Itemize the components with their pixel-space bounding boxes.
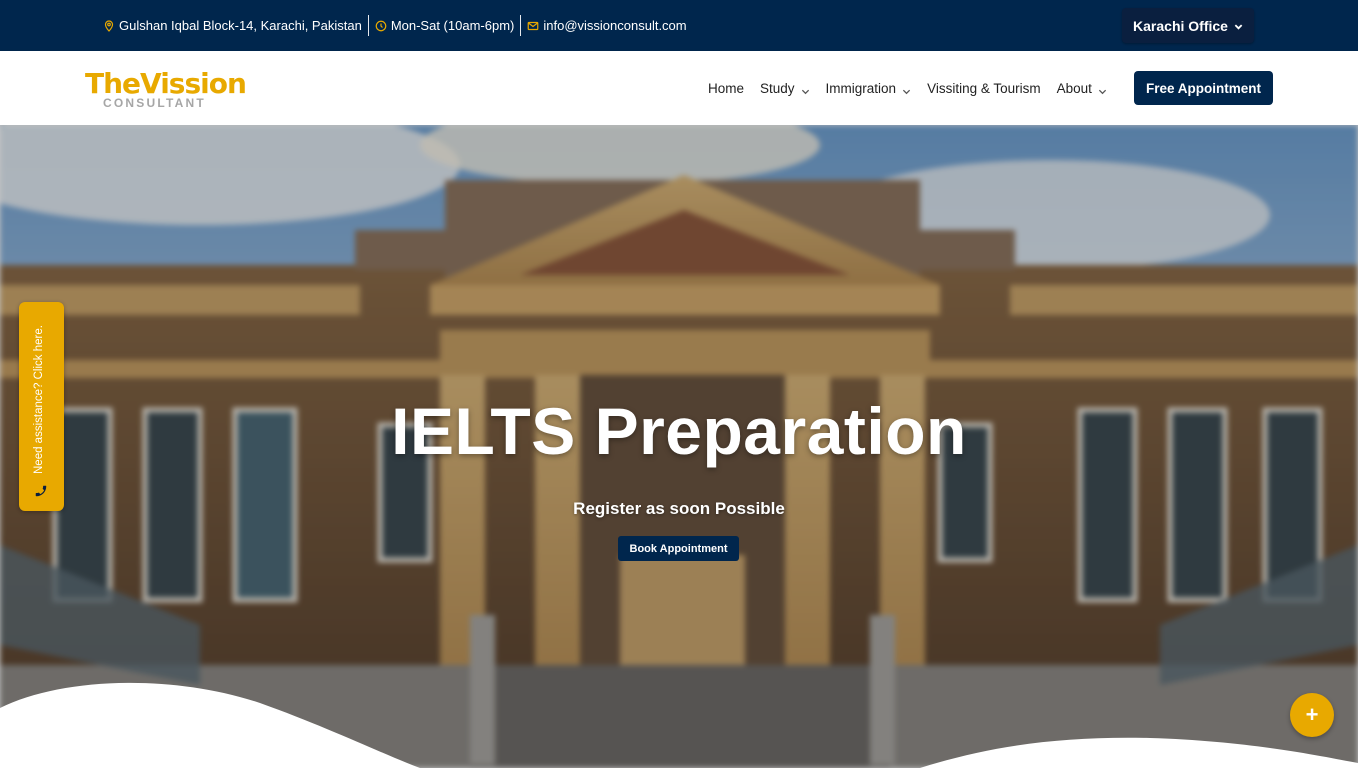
chevron-down-icon — [801, 84, 810, 94]
bottom-wave-divider — [0, 682, 1358, 768]
email-item[interactable]: info@vissionconsult.com — [527, 18, 687, 33]
nav-item-label: About — [1056, 80, 1092, 96]
nav-item-immigration[interactable]: Immigration — [826, 81, 912, 96]
floating-plus-button[interactable]: + — [1290, 693, 1334, 737]
office-label: Karachi Office — [1133, 17, 1228, 34]
hours-text: Mon-Sat (10am-6pm) — [390, 18, 515, 33]
logo-main-text: TheVission — [85, 67, 247, 100]
top-bar: Gulshan Iqbal Block-14, Karachi, Pakista… — [0, 0, 1358, 51]
site-logo[interactable]: TheVission CONSULTANT — [85, 67, 247, 111]
nav-item-about[interactable]: About — [1057, 81, 1107, 96]
assistance-label: Need assistance? Click here. — [33, 325, 45, 474]
divider — [367, 15, 369, 36]
email-link[interactable]: info@vissionconsult.com — [543, 18, 686, 33]
mail-icon — [527, 20, 539, 32]
contact-info: Gulshan Iqbal Block-14, Karachi, Pakista… — [103, 0, 687, 51]
nav-menu: Home Study Immigration Vissiting & Touri… — [708, 51, 1107, 125]
clock-icon — [375, 20, 387, 32]
address-item: Gulshan Iqbal Block-14, Karachi, Pakista… — [103, 18, 362, 33]
main-navbar: TheVission CONSULTANT Home Study Immigra… — [0, 51, 1358, 125]
hero-title: IELTS Preparation — [391, 394, 967, 468]
map-pin-icon — [103, 19, 115, 32]
hero-subtitle: Register as soon Possible — [573, 499, 785, 518]
need-assistance-tab[interactable]: Need assistance? Click here. — [19, 302, 64, 511]
book-appointment-button[interactable]: Book Appointment — [618, 536, 739, 561]
chevron-down-icon — [1234, 18, 1243, 34]
nav-item-label: Immigration — [825, 80, 897, 96]
hero-section: IELTS Preparation Register as soon Possi… — [0, 125, 1358, 768]
logo-sub-text: CONSULTANT — [103, 96, 206, 110]
nav-item-visiting-tourism[interactable]: Vissiting & Tourism — [927, 81, 1041, 96]
address-text: Gulshan Iqbal Block-14, Karachi, Pakista… — [119, 18, 362, 33]
nav-item-label: Home — [708, 80, 745, 96]
free-appointment-button[interactable]: Free Appointment — [1134, 71, 1273, 105]
office-selector-button[interactable]: Karachi Office — [1122, 8, 1254, 43]
chevron-down-icon — [902, 84, 911, 94]
phone-icon — [34, 484, 48, 498]
nav-item-label: Study — [760, 80, 795, 96]
nav-item-study[interactable]: Study — [760, 81, 810, 96]
nav-item-home[interactable]: Home — [708, 81, 744, 96]
divider — [520, 15, 522, 36]
nav-item-label: Vissiting & Tourism — [927, 80, 1041, 96]
chevron-down-icon — [1098, 84, 1107, 94]
hours-item: Mon-Sat (10am-6pm) — [375, 18, 515, 33]
